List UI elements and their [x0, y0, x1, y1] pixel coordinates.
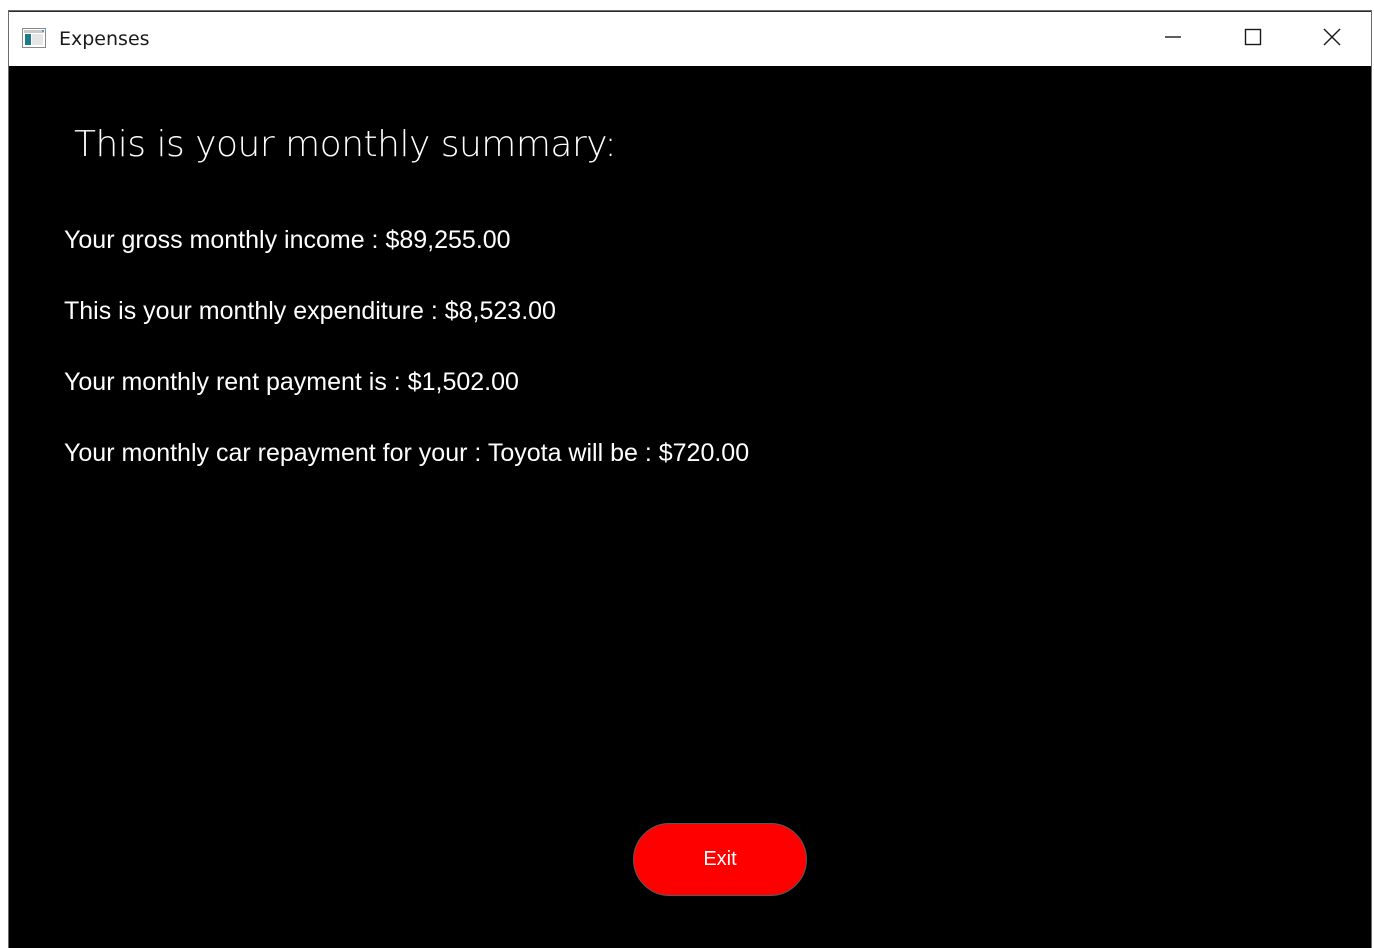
- close-button[interactable]: [1293, 12, 1371, 66]
- car-repayment-text: Your monthly car repayment for your : To…: [64, 439, 750, 467]
- expenditure-text: This is your monthly expenditure : $8,52…: [64, 297, 556, 325]
- maximize-icon: [1243, 27, 1263, 51]
- summary-panel: This is your monthly summary: Your gross…: [9, 66, 1371, 948]
- minimize-icon: [1163, 27, 1183, 51]
- window-title: Expenses: [59, 28, 150, 50]
- expenses-window: Expenses This is your monthly summary: Y…: [9, 11, 1371, 948]
- gross-income-text: Your gross monthly income : $89,255.00: [64, 226, 511, 254]
- title-bar[interactable]: Expenses: [9, 11, 1371, 66]
- minimize-button[interactable]: [1133, 12, 1213, 66]
- rent-payment-text: Your monthly rent payment is : $1,502.00: [64, 368, 519, 396]
- page-title: This is your monthly summary:: [74, 124, 617, 165]
- exit-button[interactable]: Exit: [633, 823, 807, 896]
- maximize-button[interactable]: [1213, 12, 1293, 66]
- app-window-icon: [22, 28, 46, 48]
- close-icon: [1322, 27, 1342, 51]
